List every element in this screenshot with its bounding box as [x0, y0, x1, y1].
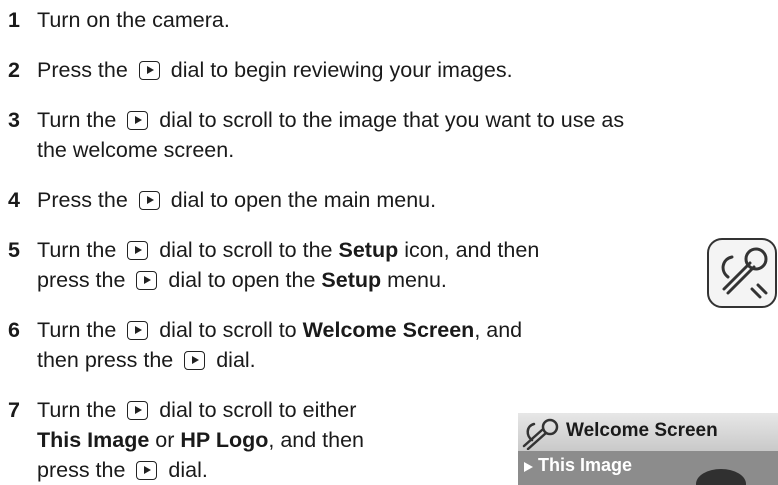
step-text: dial to scroll to the — [153, 238, 339, 262]
playback-icon — [127, 401, 149, 420]
step-text: , and — [474, 318, 523, 342]
step-text-line: Press the dial to open the main menu. — [37, 185, 436, 215]
step-number: 7 — [8, 398, 20, 422]
bold-term: Welcome Screen — [302, 318, 475, 342]
step-text-line: press the dial. — [37, 455, 208, 485]
step-text: press the — [37, 268, 132, 292]
step-text: Turn the — [37, 238, 123, 262]
step-text: dial to scroll to the image that you wan… — [153, 108, 625, 132]
setup-wrench-icon — [707, 238, 777, 308]
menu-title: Welcome Screen — [566, 420, 718, 441]
step-number: 5 — [8, 238, 20, 262]
step-number: 1 — [8, 8, 20, 32]
step-number: 4 — [8, 188, 20, 212]
step-text: dial to begin reviewing your images. — [164, 58, 513, 82]
step-text: Turn on the camera. — [37, 8, 230, 32]
step-text: Turn the — [37, 318, 123, 342]
step-text: menu. — [381, 268, 447, 292]
menu-header: Welcome Screen — [518, 413, 778, 451]
step-text: press the — [37, 458, 132, 482]
step-text-line: Turn the dial to scroll to the image tha… — [37, 105, 624, 135]
bold-term: This Image — [37, 428, 150, 452]
step-text-line: This Image or HP Logo, and then — [37, 425, 364, 455]
step-text: then press the — [37, 348, 180, 372]
step-text: icon, and then — [398, 238, 540, 262]
step-text: dial to open the main menu. — [164, 188, 437, 212]
step-text: or — [149, 428, 181, 452]
bold-term: HP Logo — [180, 428, 269, 452]
step-text: dial to scroll to — [153, 318, 303, 342]
step-text-line: then press the dial. — [37, 345, 256, 375]
step-text: dial. — [210, 348, 256, 372]
playback-icon — [127, 321, 149, 340]
step-text-line: press the dial to open the Setup menu. — [37, 265, 447, 295]
playback-icon — [136, 271, 158, 290]
wrench-icon — [522, 418, 559, 450]
step-text-line: Press the dial to begin reviewing your i… — [37, 55, 513, 85]
step-text: Press the — [37, 58, 134, 82]
step-text: dial to scroll to either — [153, 398, 357, 422]
step-text: , and then — [268, 428, 365, 452]
step-text: the welcome screen. — [37, 138, 235, 162]
step-text: Turn the — [37, 108, 123, 132]
step-number: 3 — [8, 108, 20, 132]
step-text-line: Turn the dial to scroll to either — [37, 395, 356, 425]
step-text-line: the welcome screen. — [37, 135, 234, 165]
playback-icon — [136, 461, 158, 480]
playback-icon — [138, 61, 160, 80]
step-text-line: Turn the dial to scroll to the Setup ico… — [37, 235, 539, 265]
bold-term: Setup — [321, 268, 382, 292]
welcome-screen-menu: Welcome Screen This Image — [518, 413, 778, 485]
playback-icon — [138, 191, 160, 210]
step-text: Turn the — [37, 398, 123, 422]
triangle-right-icon — [524, 462, 533, 472]
playback-icon — [127, 241, 149, 260]
step-text: dial to open the — [162, 268, 322, 292]
step-number: 2 — [8, 58, 20, 82]
playback-icon — [127, 111, 149, 130]
step-text-line: Turn on the camera. — [37, 5, 230, 35]
step-text-line: Turn the dial to scroll to Welcome Scree… — [37, 315, 522, 345]
step-text: Press the — [37, 188, 134, 212]
playback-icon — [184, 351, 206, 370]
step-text: dial. — [162, 458, 208, 482]
menu-item-label: This Image — [538, 455, 633, 475]
step-number: 6 — [8, 318, 20, 342]
bold-term: Setup — [338, 238, 399, 262]
